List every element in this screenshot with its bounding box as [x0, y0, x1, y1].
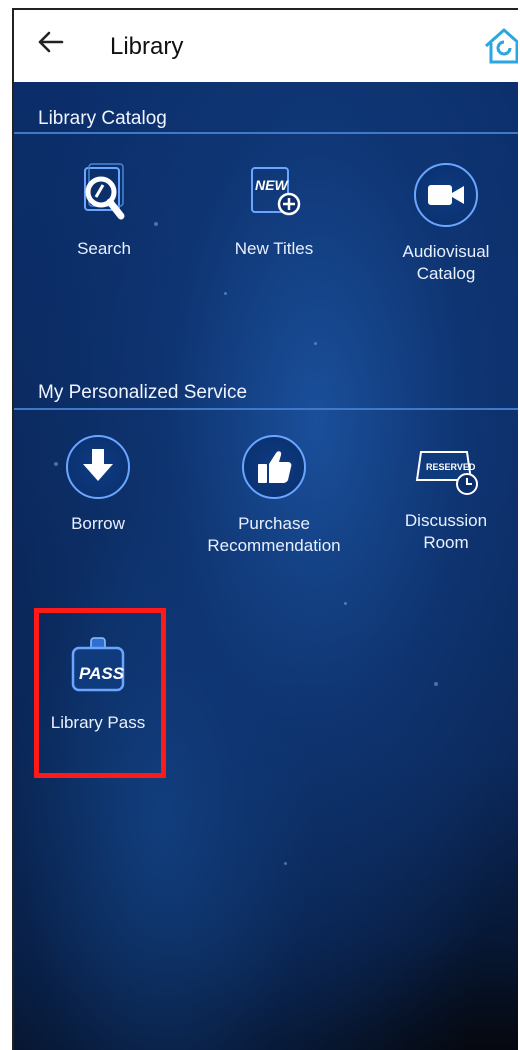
- home-button[interactable]: [482, 26, 518, 66]
- search-icon: [69, 160, 139, 230]
- page-title: Library: [110, 33, 184, 60]
- sparkle: [344, 602, 347, 605]
- sparkle: [224, 292, 227, 295]
- new-titles-icon: NEW: [239, 160, 309, 230]
- section-title-personalized-service: My Personalized Service: [38, 382, 248, 403]
- back-button[interactable]: [36, 28, 64, 65]
- svg-text:RESERVED: RESERVED: [426, 462, 476, 472]
- sparkle: [314, 342, 317, 345]
- video-camera-icon: [411, 163, 481, 233]
- main-content: Library Catalog Search NEW New Titles Au…: [14, 82, 518, 1050]
- svg-text:NEW: NEW: [255, 177, 289, 193]
- audiovisual-catalog-tile[interactable]: Audiovisual Catalog: [366, 160, 518, 285]
- selection-highlight-box: [34, 608, 166, 778]
- download-arrow-icon: [63, 435, 133, 505]
- search-tile[interactable]: Search: [24, 160, 184, 260]
- borrow-label: Borrow: [71, 514, 125, 533]
- discussion-room-tile[interactable]: RESERVED Discussion Room: [366, 432, 518, 554]
- borrow-tile[interactable]: Borrow: [18, 432, 178, 535]
- new-titles-tile[interactable]: NEW New Titles: [194, 160, 354, 260]
- section-title-library-catalog: Library Catalog: [38, 108, 167, 129]
- section-divider: [14, 132, 518, 134]
- purchase-recommendation-label: Purchase Recommendation: [207, 514, 341, 555]
- section-divider: [14, 408, 518, 410]
- purchase-recommendation-tile[interactable]: Purchase Recommendation: [194, 432, 354, 557]
- reserved-sign-icon: RESERVED: [411, 432, 481, 502]
- arrow-left-icon: [38, 31, 64, 53]
- sparkle: [434, 682, 438, 686]
- new-titles-label: New Titles: [234, 239, 314, 258]
- thumbs-up-icon: [239, 435, 309, 505]
- top-app-bar: Library: [14, 10, 518, 82]
- app-frame: Library Library Catalog Search NEW New T…: [12, 8, 518, 1050]
- home-icon: [485, 28, 518, 64]
- sparkle: [284, 862, 287, 865]
- discussion-room-label: Discussion Room: [404, 511, 488, 552]
- search-label: Search: [77, 239, 131, 258]
- audiovisual-catalog-label: Audiovisual Catalog: [402, 242, 490, 283]
